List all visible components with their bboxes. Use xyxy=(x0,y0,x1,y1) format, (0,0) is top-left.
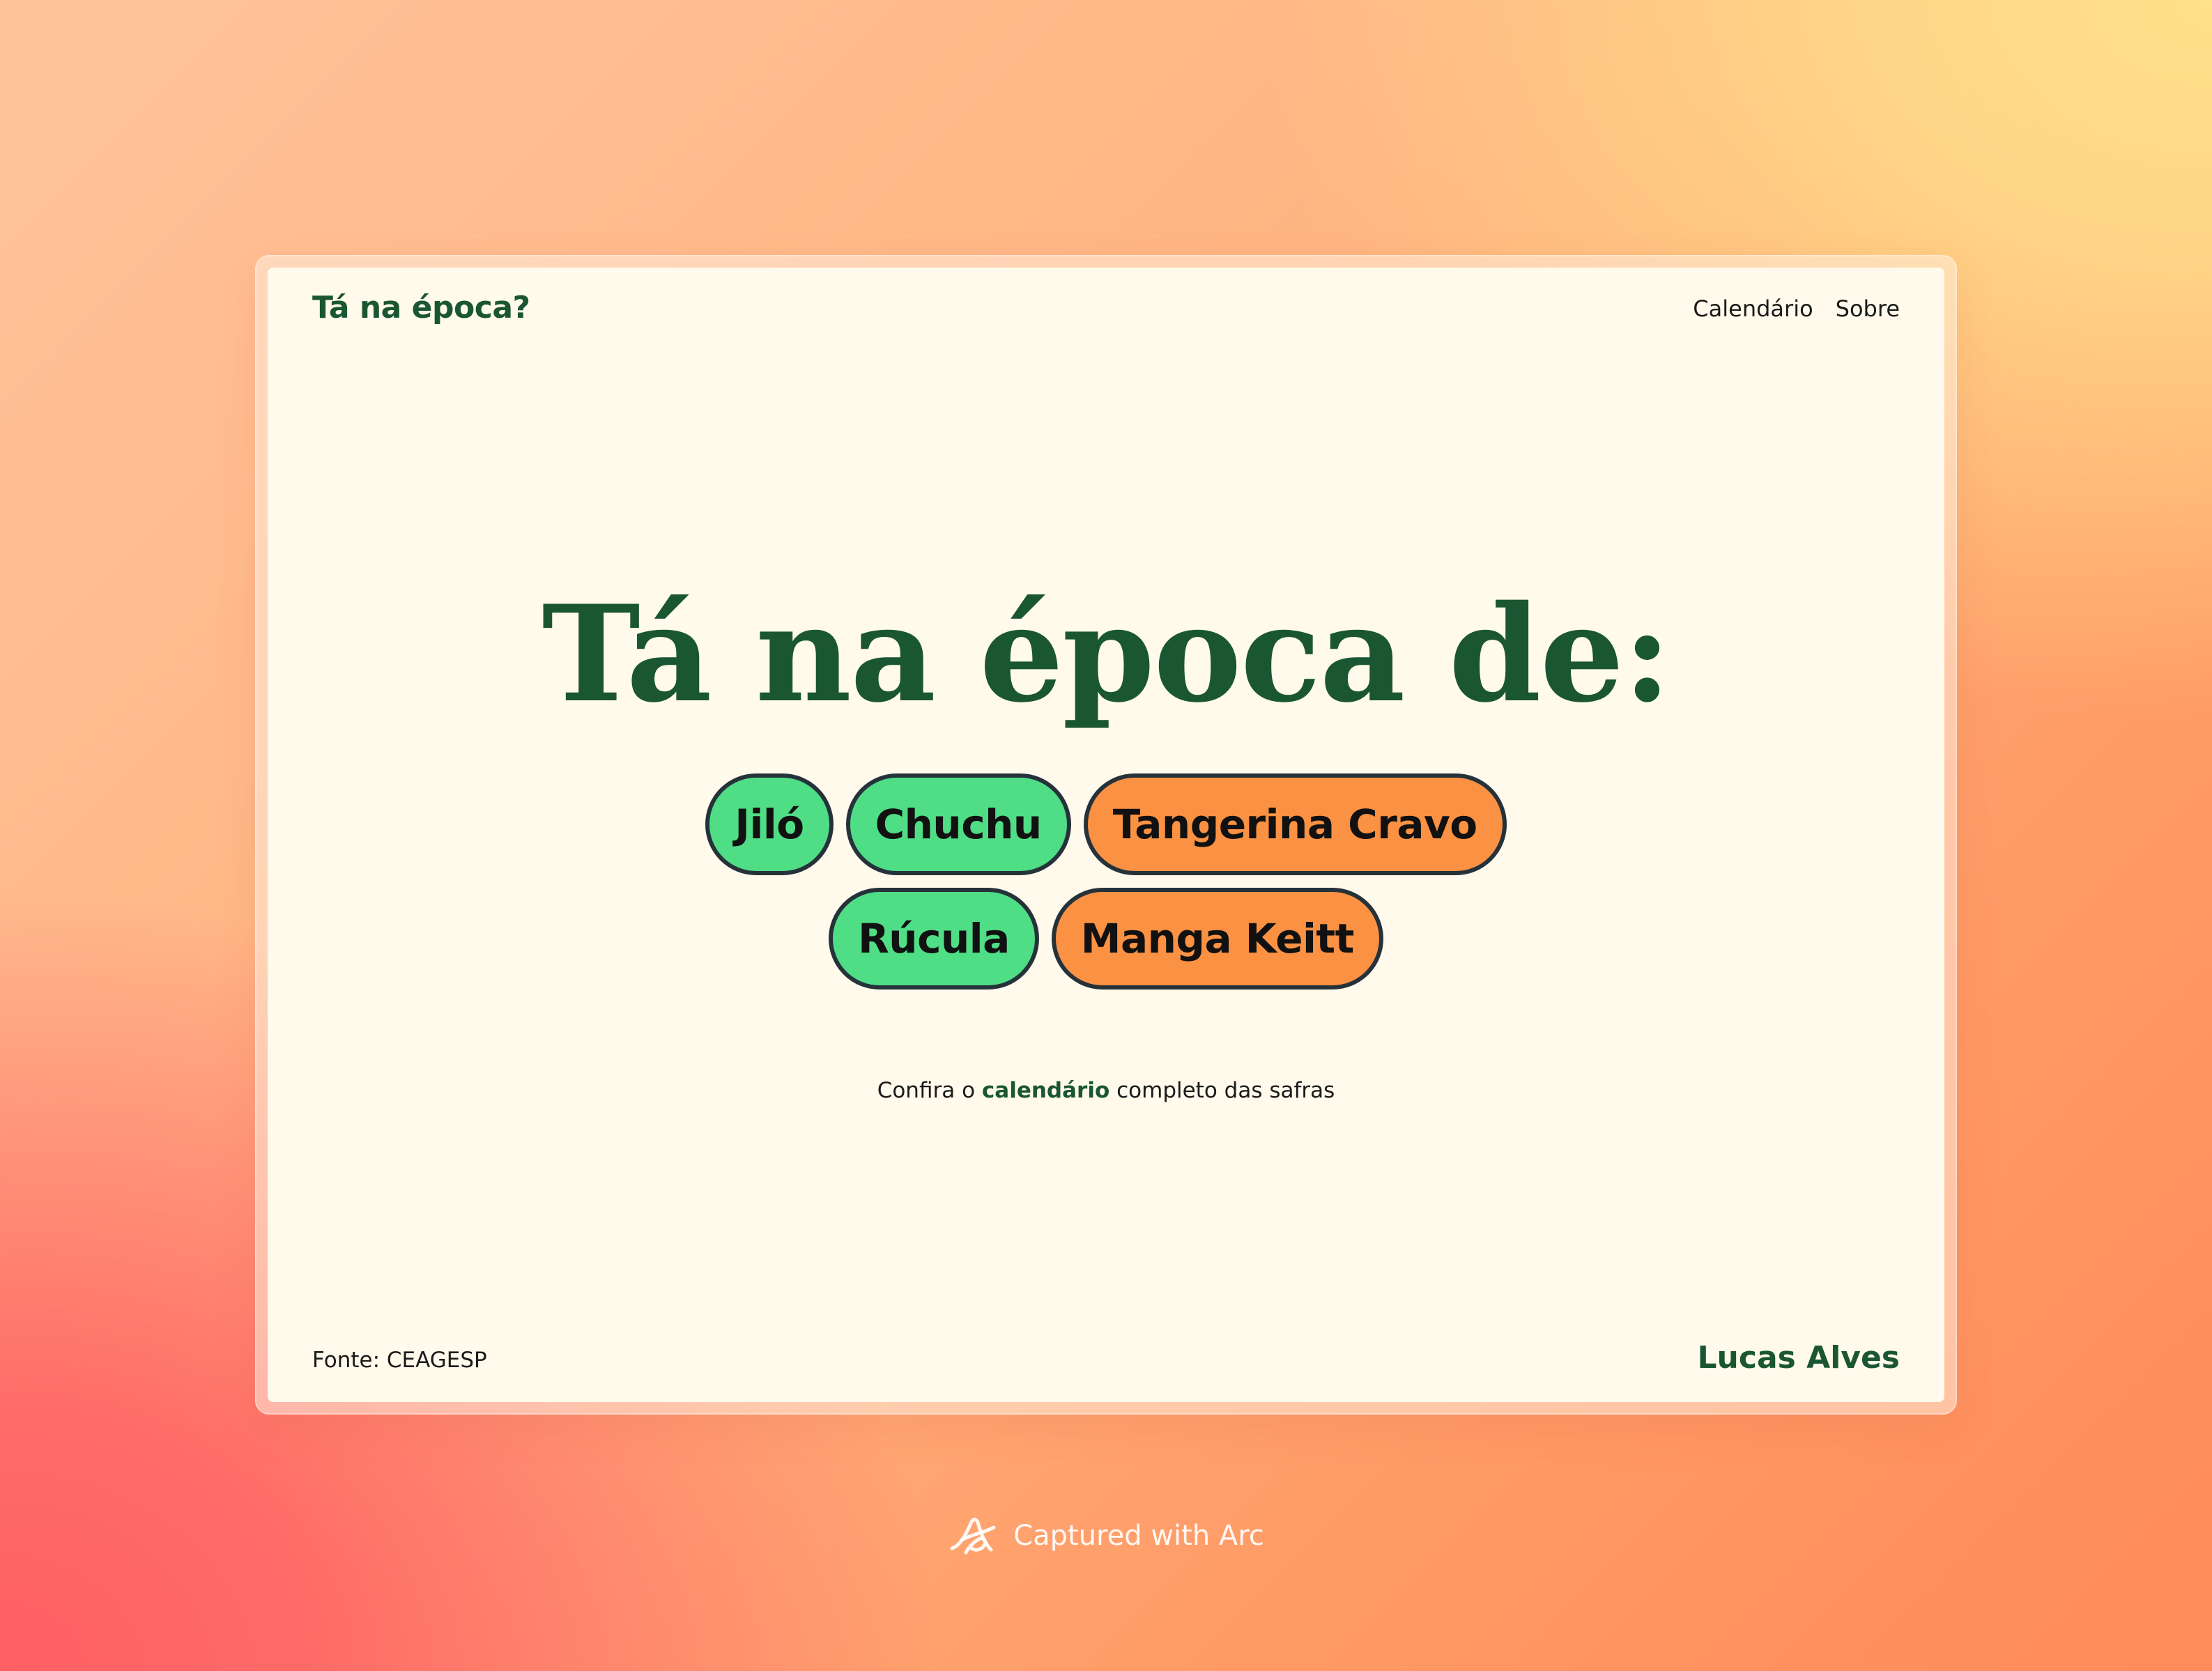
author-link[interactable]: Lucas Alves xyxy=(1698,1340,1900,1376)
arc-logo-icon xyxy=(948,1514,1001,1558)
top-nav: Calendário Sobre xyxy=(1693,295,1900,322)
web-page: Tá na época? Calendário Sobre Tá na époc… xyxy=(268,268,1944,1402)
produce-chip-jilo[interactable]: Jiló xyxy=(705,773,834,875)
site-logo-link[interactable]: Tá na época? xyxy=(312,290,530,325)
nav-link-calendario[interactable]: Calendário xyxy=(1693,295,1813,322)
produce-chip-manga-keitt[interactable]: Manga Keitt xyxy=(1051,888,1383,989)
produce-chip-chuchu[interactable]: Chuchu xyxy=(845,773,1071,875)
cta-suffix: completo das safras xyxy=(1116,1078,1335,1103)
browser-window: Tá na época? Calendário Sobre Tá na époc… xyxy=(255,255,1957,1415)
badge-text: Captured with Arc xyxy=(1013,1520,1264,1552)
produce-chip-tangerina-cravo[interactable]: Tangerina Cravo xyxy=(1083,773,1507,875)
captured-with-arc-badge: Captured with Arc xyxy=(0,1514,2212,1558)
cta-calendar-link[interactable]: calendário xyxy=(982,1078,1109,1103)
data-source-label: Fonte: CEAGESP xyxy=(312,1348,487,1373)
hero-title: Tá na época de: xyxy=(542,576,1671,732)
produce-chip-rucula[interactable]: Rúcula xyxy=(829,888,1039,989)
produce-chip-list: Jiló Chuchu Tangerina Cravo Rúcula Manga… xyxy=(602,773,1610,989)
nav-link-sobre[interactable]: Sobre xyxy=(1836,295,1900,322)
calendar-cta: Confira o calendário completo das safras xyxy=(268,1078,1944,1103)
cta-prefix: Confira o xyxy=(877,1078,976,1103)
